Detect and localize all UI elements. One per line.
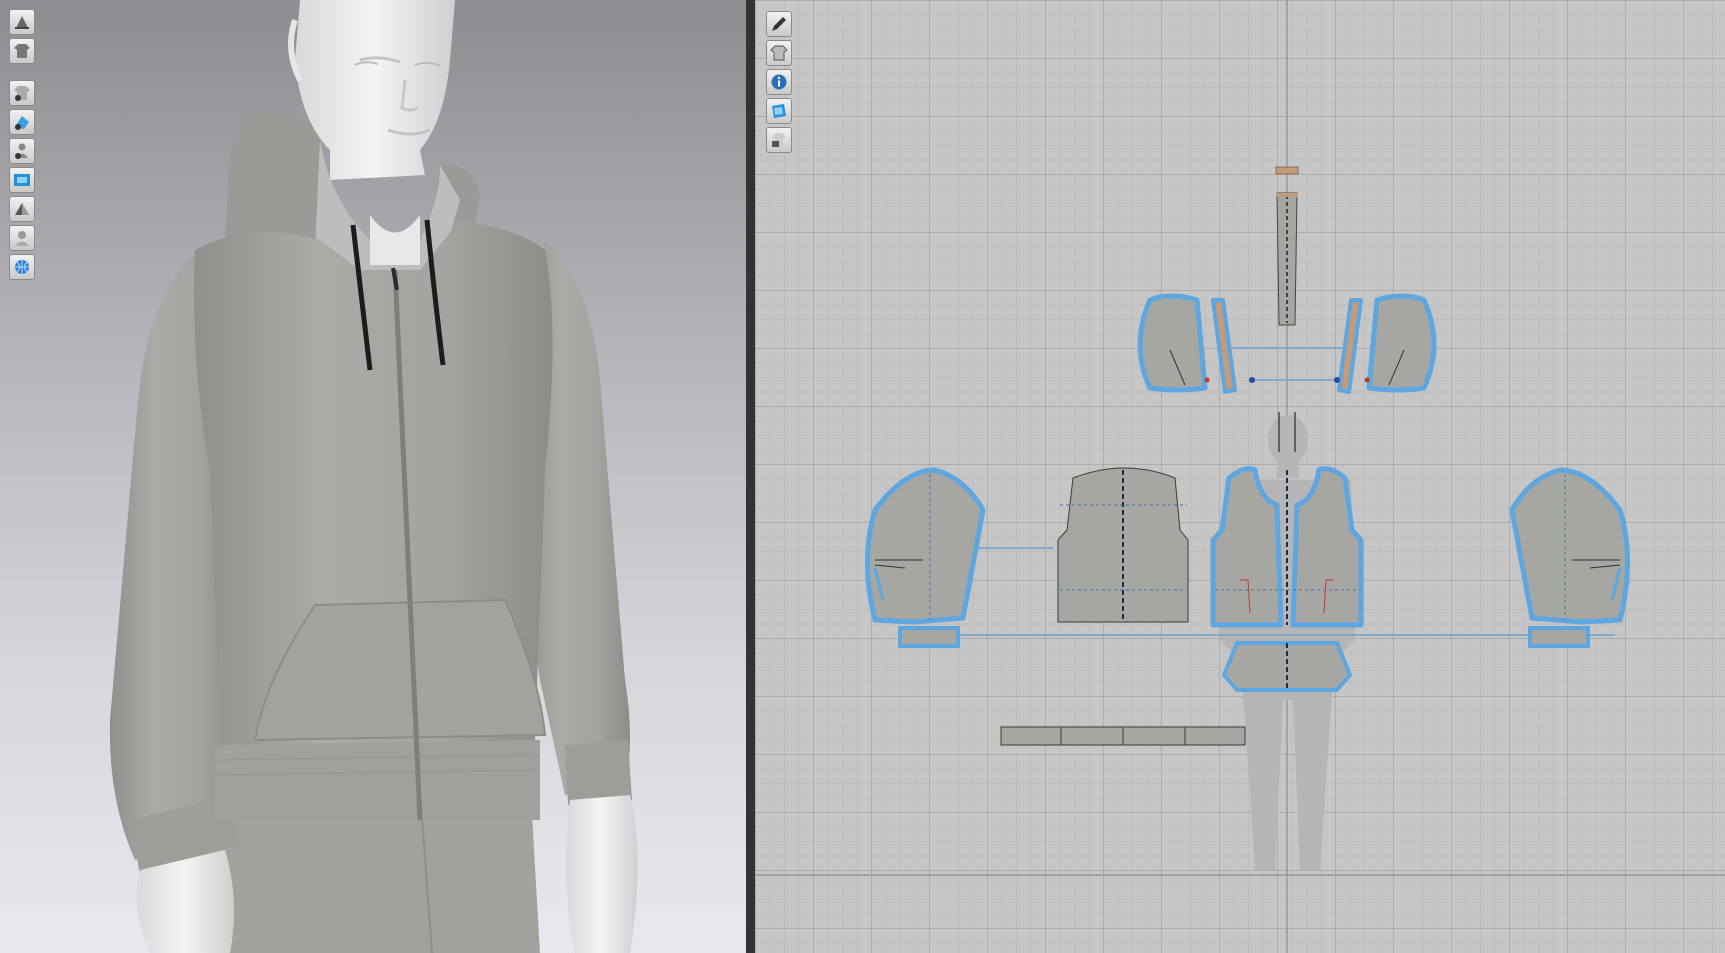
- undershirt: [370, 215, 420, 265]
- 3d-viewport[interactable]: [0, 0, 746, 953]
- show-pattern-icon[interactable]: [9, 109, 35, 135]
- display-garment-icon[interactable]: [9, 38, 35, 64]
- pattern-hood-top[interactable]: [1275, 166, 1299, 175]
- pattern-hood-gusset[interactable]: [1276, 192, 1298, 326]
- 2d-pattern-scene[interactable]: [755, 0, 1725, 953]
- 3d-viewport-toolbar: [9, 9, 35, 280]
- show-avatar-icon[interactable]: [9, 138, 35, 164]
- viewport-divider[interactable]: [746, 0, 755, 953]
- pattern-pocket[interactable]: [1222, 641, 1352, 692]
- pattern-hood-left[interactable]: [1337, 293, 1437, 394]
- fabric-display-icon[interactable]: [766, 98, 792, 124]
- pattern-back-panel[interactable]: [1057, 467, 1189, 623]
- pattern-waistband[interactable]: [1000, 726, 1246, 746]
- garment-shirt-icon[interactable]: [766, 40, 792, 66]
- 2d-pattern-viewport[interactable]: [755, 0, 1725, 953]
- display-avatar-icon[interactable]: [9, 9, 35, 35]
- pattern-hood-right[interactable]: [1137, 293, 1237, 394]
- texture-mode-icon[interactable]: [9, 167, 35, 193]
- show-garment-icon[interactable]: [9, 80, 35, 106]
- avatar-skin-icon[interactable]: [9, 225, 35, 251]
- lock-pattern-icon[interactable]: [766, 127, 792, 153]
- surface-mode-icon[interactable]: [9, 196, 35, 222]
- 3d-garment-scene[interactable]: [0, 0, 746, 953]
- pattern-sleeve-right[interactable]: [865, 467, 986, 648]
- global-mesh-icon[interactable]: [9, 254, 35, 280]
- avatar-hand-left: [566, 795, 638, 953]
- pattern-sleeve-left[interactable]: [1509, 467, 1630, 648]
- 2d-viewport-toolbar: [766, 11, 792, 153]
- pencil-tool-icon[interactable]: [766, 11, 792, 37]
- info-icon[interactable]: [766, 69, 792, 95]
- garment-hem-band: [215, 740, 540, 820]
